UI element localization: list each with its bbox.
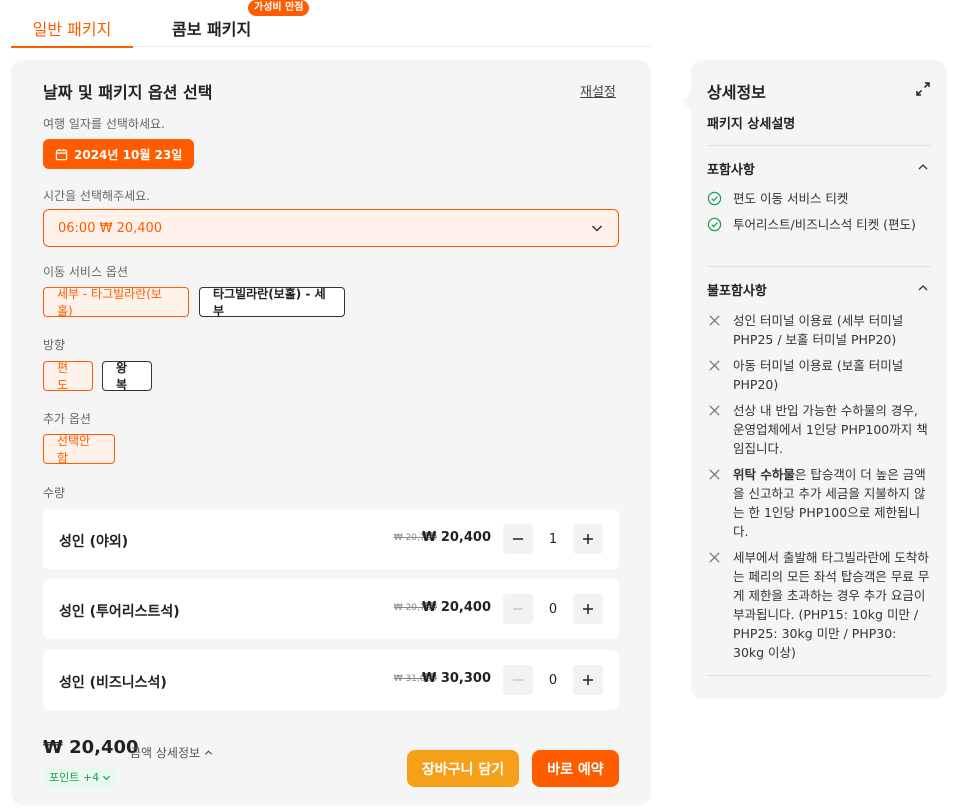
excluded-item: 아동 터미널 이용료 (보홀 터미널 PHP20) — [707, 356, 931, 394]
detail-panel: 상세정보 패키지 상세설명 포함사항 편도 이동 서비스 티켓 투어리스트/비즈… — [682, 60, 947, 699]
qty-row: 성인 (야외) ₩ 20,700 ₩ 20,400 1 — [43, 509, 619, 569]
excluded-item-bold: 위탁 수하물 — [733, 467, 795, 482]
x-icon — [709, 405, 720, 416]
x-icon — [709, 315, 720, 326]
excluded-item-text: 세부에서 출발해 타그빌라란에 도착하는 페리의 모든 좌석 탑승객은 무료 무… — [733, 550, 930, 660]
check-circle-icon — [707, 217, 722, 232]
time-value: 06:00 ₩ 20,400 — [58, 220, 163, 236]
qty-minus-button[interactable] — [503, 524, 533, 554]
chevron-up-icon — [918, 285, 928, 291]
qty-minus-button[interactable] — [503, 594, 533, 624]
minus-icon — [513, 679, 523, 681]
qty-label: 수량 — [43, 486, 66, 500]
total-price: ₩ 20,400 — [43, 737, 139, 758]
qty-row-name: 성인 (야외) — [59, 534, 129, 550]
qty-price: ₩ 30,300 — [421, 671, 491, 686]
points-label: 포인트 +4 — [49, 771, 100, 784]
excluded-item-text: 선상 내 반입 가능한 수하물의 경우, 운영업체에서 1인당 PHP100까지… — [733, 403, 928, 456]
plus-icon — [583, 604, 593, 614]
date-value: 2024년 10월 23일 — [74, 147, 183, 162]
chevron-down-icon — [103, 775, 111, 780]
service-option-tagbilaran-cebu[interactable]: 타그빌라란(보홀) - 세부 — [199, 287, 345, 318]
qty-plus-button[interactable] — [573, 665, 603, 695]
qty-row: 성인 (비즈니스석) ₩ 31,000 ₩ 30,300 0 — [43, 650, 619, 710]
combo-badge: 가성비 만점 — [248, 0, 310, 16]
excluded-item: 선상 내 반입 가능한 수하물의 경우, 운영업체에서 1인당 PHP100까지… — [707, 401, 931, 458]
chevron-up-icon — [204, 750, 212, 755]
extra-option-none[interactable]: 선택안함 — [43, 434, 115, 465]
excluded-item-text: 아동 터미널 이용료 (보홀 터미널 PHP20) — [733, 358, 904, 392]
book-now-button[interactable]: 바로 예약 — [532, 750, 619, 787]
excluded-item: 위탁 수하물은 탑승객이 더 높은 금액을 신고하고 추가 세금을 지불하지 않… — [707, 465, 931, 541]
x-icon — [709, 360, 720, 371]
included-item: 투어리스트/비즈니스석 티켓 (편도) — [707, 215, 931, 234]
price-detail-label: 금액 상세정보 — [130, 746, 201, 760]
direction-one-way[interactable]: 편도 — [43, 361, 93, 392]
package-tabs: 일반 패키지 콤보 패키지 가성비 만점 — [11, 0, 651, 48]
date-button[interactable]: 2024년 10월 23일 — [43, 139, 195, 169]
excluded-title: 불포함사항 — [707, 284, 767, 299]
qty-minus-button[interactable] — [503, 665, 533, 695]
excluded-item: 세부에서 출발해 타그빌라란에 도착하는 페리의 모든 좌석 탑승객은 무료 무… — [707, 548, 931, 662]
qty-row-name: 성인 (투어리스트석) — [59, 604, 180, 620]
included-item-text: 편도 이동 서비스 티켓 — [733, 191, 849, 206]
excluded-section-toggle[interactable]: 불포함사항 — [707, 280, 931, 299]
qty-plus-button[interactable] — [573, 524, 603, 554]
add-to-cart-button[interactable]: 장바구니 담기 — [407, 750, 519, 787]
tab-combo-package[interactable]: 콤보 패키지 — [172, 16, 251, 40]
qty-plus-button[interactable] — [573, 594, 603, 624]
price-detail-toggle[interactable]: 금액 상세정보 — [130, 744, 213, 761]
detail-subtitle: 패키지 상세설명 — [707, 117, 796, 132]
detail-title: 상세정보 — [707, 83, 766, 102]
reset-link[interactable]: 재설정 — [580, 81, 616, 100]
included-item: 편도 이동 서비스 티켓 — [707, 189, 931, 208]
time-label: 시간을 선택해주세요. — [43, 189, 150, 203]
included-section-toggle[interactable]: 포함사항 — [707, 159, 931, 178]
expand-icon[interactable] — [915, 81, 931, 97]
qty-row: 성인 (투어리스트석) ₩ 20,700 ₩ 20,400 0 — [43, 579, 619, 639]
included-item-text: 투어리스트/비즈니스석 티켓 (편도) — [733, 217, 916, 232]
check-circle-icon — [707, 191, 722, 206]
excluded-item: 성인 터미널 이용료 (세부 터미널 PHP25 / 보홀 터미널 PHP20) — [707, 311, 931, 349]
divider — [707, 266, 931, 267]
date-label: 여행 일자를 선택하세요. — [43, 117, 165, 131]
points-badge[interactable]: 포인트 +4 — [43, 767, 118, 787]
chevron-up-icon — [918, 164, 928, 170]
tab-general-package[interactable]: 일반 패키지 — [11, 16, 133, 48]
qty-row-name: 성인 (비즈니스석) — [59, 675, 167, 691]
qty-price: ₩ 20,400 — [421, 530, 491, 545]
qty-price: ₩ 20,400 — [421, 600, 491, 615]
direction-label: 방향 — [43, 338, 66, 352]
chevron-down-icon — [591, 225, 603, 232]
included-title: 포함사항 — [707, 163, 755, 178]
plus-icon — [583, 534, 593, 544]
divider — [707, 675, 931, 676]
qty-value: 0 — [548, 673, 558, 688]
direction-round-trip[interactable]: 왕복 — [102, 361, 152, 392]
minus-icon — [513, 538, 523, 540]
qty-value: 0 — [548, 602, 558, 617]
option-title: 날짜 및 패키지 옵션 선택 — [43, 83, 213, 102]
qty-value: 1 — [548, 532, 558, 547]
plus-icon — [583, 675, 593, 685]
excluded-item-text: 성인 터미널 이용료 (세부 터미널 PHP25 / 보홀 터미널 PHP20) — [733, 313, 904, 347]
x-icon — [709, 552, 720, 563]
service-label: 이동 서비스 옵션 — [43, 265, 128, 279]
minus-icon — [513, 608, 523, 610]
divider — [707, 145, 931, 146]
time-select[interactable]: 06:00 ₩ 20,400 — [43, 209, 619, 247]
extra-label: 추가 옵션 — [43, 412, 91, 426]
option-card: 날짜 및 패키지 옵션 선택 재설정 여행 일자를 선택하세요. 2024년 1… — [11, 60, 651, 805]
x-icon — [709, 469, 720, 480]
service-option-cebu-tagbilaran[interactable]: 세부 - 타그빌라란(보홀) — [43, 287, 189, 318]
calendar-icon — [55, 148, 68, 160]
